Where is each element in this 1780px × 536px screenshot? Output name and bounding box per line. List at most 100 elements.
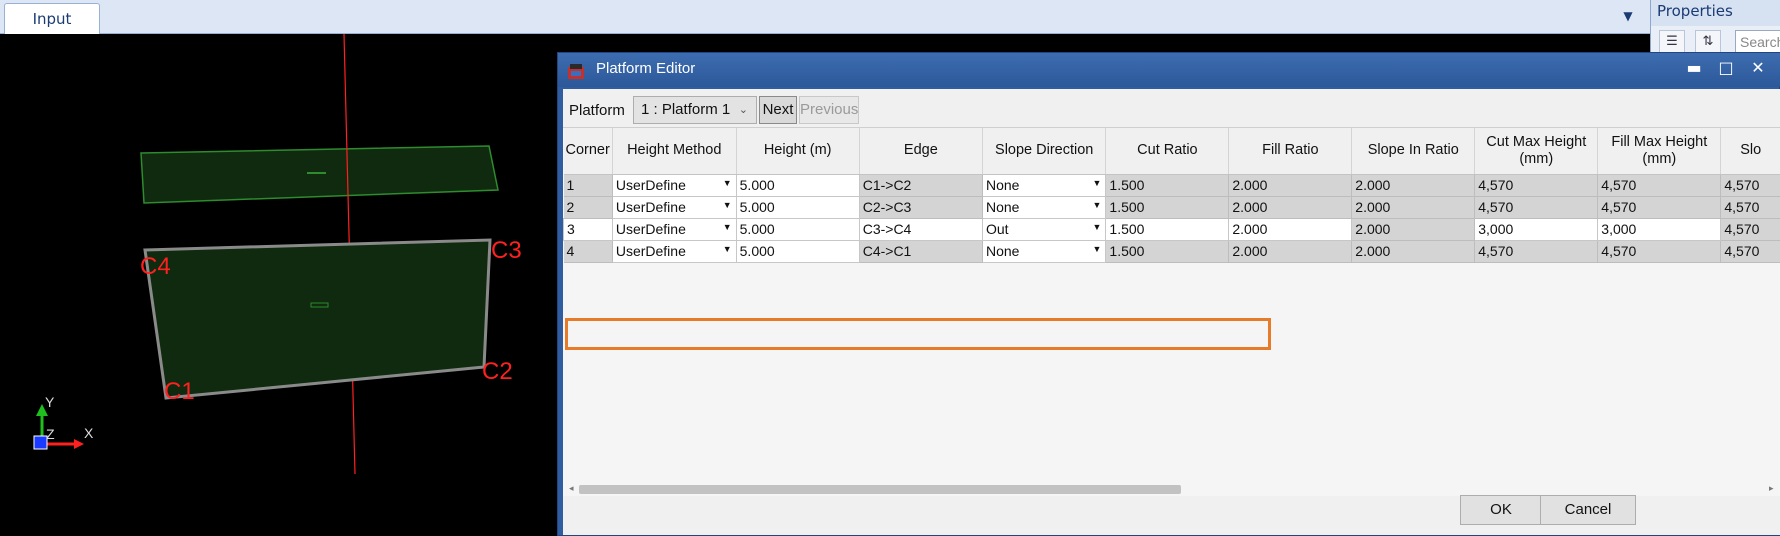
cut-max-height-cell[interactable]: 3,000 — [1474, 217, 1599, 241]
cut-ratio-cell[interactable]: 1.500 — [1105, 217, 1230, 241]
dropdown-arrow-icon: ▼ — [722, 243, 732, 254]
axis-label-x: X — [84, 425, 94, 441]
dropdown-arrow-icon: ▼ — [1092, 199, 1102, 210]
slope-direction-select[interactable]: None ▼ — [981, 239, 1107, 263]
axis-label-z: Z — [46, 426, 55, 442]
scroll-left-icon[interactable]: ◂ — [569, 482, 574, 496]
table-row-selected: 3 UserDefine ▼ 5.000 C3->C4 Out ▼ 1.500 2.… — [563, 217, 1780, 241]
height-input[interactable]: 5.000 — [735, 173, 860, 197]
corner-cell[interactable]: 3 — [563, 217, 613, 241]
column-header[interactable]: Slope Direction — [982, 128, 1107, 175]
fill-ratio-cell[interactable]: 2.000 — [1228, 240, 1353, 263]
corner-grid: Corner Height Method Height (m) Edge Slo… — [563, 127, 1780, 483]
edge-cell: C3->C4 — [858, 217, 983, 241]
slope-direction-select[interactable]: None ▼ — [981, 195, 1107, 219]
platform-polygon — [143, 238, 492, 400]
minimize-icon[interactable]: ▬ — [1681, 57, 1707, 81]
platform-select-value: 1 : Platform 1 — [641, 101, 731, 118]
table-row: 1 UserDefine ▼ 5.000 C1->C2 None ▼ 1.500 2… — [563, 173, 1780, 197]
height-method-select[interactable]: UserDefine ▼ — [611, 195, 737, 219]
categorized-icon[interactable]: ☰ — [1659, 30, 1685, 54]
height-method-select[interactable]: UserDefine ▼ — [611, 173, 737, 197]
corner-table: Corner Height Method Height (m) Edge Slo… — [563, 128, 1780, 263]
column-header[interactable]: Slope In Ratio — [1351, 128, 1476, 175]
cut-ratio-cell[interactable]: 1.500 — [1105, 173, 1230, 197]
corner-cell[interactable]: 2 — [563, 196, 613, 219]
platform-select[interactable]: 1 : Platform 1 ⌄ — [633, 96, 757, 124]
slope-in-ratio-cell[interactable]: 2.000 — [1351, 218, 1476, 241]
fill-ratio-cell[interactable]: 2.000 — [1228, 173, 1353, 197]
cut-max-height-cell[interactable]: 4,570 — [1474, 240, 1599, 263]
next-button[interactable]: Next — [759, 96, 797, 124]
fill-ratio-cell[interactable]: 2.000 — [1228, 196, 1353, 219]
column-header[interactable]: Height (m) — [736, 128, 860, 175]
cut-ratio-cell[interactable]: 1.500 — [1105, 196, 1230, 219]
slo-cell[interactable]: 4,570 — [1720, 196, 1780, 219]
height-input[interactable]: 5.000 — [735, 239, 860, 263]
slope-direction-value: None — [985, 243, 1020, 259]
column-header[interactable]: Edge — [859, 128, 983, 175]
properties-title: Properties — [1657, 2, 1733, 20]
slo-cell[interactable]: 4,570 — [1720, 218, 1780, 241]
cut-max-height-cell[interactable]: 4,570 — [1474, 173, 1599, 197]
row-highlight-box — [565, 318, 1271, 350]
column-header[interactable]: Corner — [563, 128, 613, 175]
fill-max-height-cell[interactable]: 4,570 — [1597, 196, 1722, 219]
fill-max-height-cell[interactable]: 3,000 — [1597, 217, 1722, 241]
corner-label-c3: C3 — [491, 237, 522, 264]
fill-ratio-cell[interactable]: 2.000 — [1228, 217, 1353, 241]
ghost-platform-marker — [307, 172, 326, 174]
slope-in-ratio-cell[interactable]: 2.000 — [1351, 240, 1476, 263]
height-method-value: UserDefine — [615, 221, 686, 237]
height-method-select[interactable]: UserDefine ▼ — [611, 217, 737, 241]
slope-in-ratio-cell[interactable]: 2.000 — [1351, 173, 1476, 197]
platform-label: Platform — [569, 102, 625, 119]
cut-ratio-cell[interactable]: 1.500 — [1105, 240, 1230, 263]
column-header[interactable]: Cut Ratio — [1105, 128, 1230, 175]
dialog-titlebar[interactable]: Platform Editor ▬ □ ✕ — [558, 53, 1780, 87]
slope-in-ratio-cell[interactable]: 2.000 — [1351, 196, 1476, 219]
ghost-platform — [140, 145, 499, 204]
corner-cell[interactable]: 1 — [563, 173, 613, 197]
previous-button[interactable]: Previous — [799, 96, 859, 124]
axis-label-y: Y — [45, 394, 55, 410]
height-method-value: UserDefine — [615, 243, 686, 259]
dialog-client: Platform 1 : Platform 1 ⌄ Next Previous … — [563, 89, 1780, 535]
table-header-row: Corner Height Method Height (m) Edge Slo… — [563, 128, 1780, 175]
height-input[interactable]: 5.000 — [735, 217, 860, 241]
column-header[interactable]: Cut Max Height (mm) — [1474, 128, 1599, 175]
horizontal-scrollbar[interactable]: ◂ ▸ — [563, 482, 1780, 496]
column-header[interactable]: Fill Ratio — [1228, 128, 1353, 175]
cancel-button[interactable]: Cancel — [1540, 495, 1636, 525]
fill-max-height-cell[interactable]: 4,570 — [1597, 173, 1722, 197]
maximize-icon[interactable]: □ — [1713, 57, 1739, 81]
edge-cell: C2->C3 — [859, 196, 983, 219]
chevron-down-icon[interactable]: ▼ — [1618, 9, 1638, 27]
column-header[interactable]: Height Method — [612, 128, 737, 175]
slope-direction-select[interactable]: Out ▼ — [981, 217, 1107, 241]
corner-cell[interactable]: 4 — [563, 240, 613, 263]
corner-label-c4: C4 — [140, 253, 171, 280]
properties-search-input[interactable]: Search — [1735, 30, 1780, 54]
height-input[interactable]: 5.000 — [735, 195, 860, 219]
slo-cell[interactable]: 4,570 — [1720, 240, 1780, 263]
scrollbar-thumb[interactable] — [579, 485, 1181, 494]
cut-max-height-cell[interactable]: 4,570 — [1474, 196, 1599, 219]
slope-direction-select[interactable]: None ▼ — [981, 173, 1107, 197]
table-row: 2 UserDefine ▼ 5.000 C2->C3 None ▼ 1.500 2… — [563, 195, 1780, 219]
scroll-right-icon[interactable]: ▸ — [1769, 482, 1774, 496]
column-header[interactable]: Fill Max Height (mm) — [1597, 128, 1722, 175]
ok-button[interactable]: OK — [1460, 495, 1542, 525]
fill-max-height-cell[interactable]: 4,570 — [1597, 240, 1722, 263]
tab-input[interactable]: Input — [4, 3, 100, 34]
dropdown-arrow-icon: ▼ — [722, 199, 732, 210]
dialog-title: Platform Editor — [596, 60, 696, 77]
slo-cell[interactable]: 4,570 — [1720, 173, 1780, 197]
dropdown-arrow-icon: ▼ — [1092, 243, 1102, 254]
app-icon — [568, 64, 584, 79]
close-icon[interactable]: ✕ — [1745, 57, 1771, 81]
height-method-select[interactable]: UserDefine ▼ — [611, 239, 737, 263]
sort-alpha-icon[interactable]: ⇅ — [1695, 30, 1721, 54]
column-header[interactable]: Slo — [1720, 128, 1780, 175]
corner-label-c1: C1 — [164, 378, 195, 405]
